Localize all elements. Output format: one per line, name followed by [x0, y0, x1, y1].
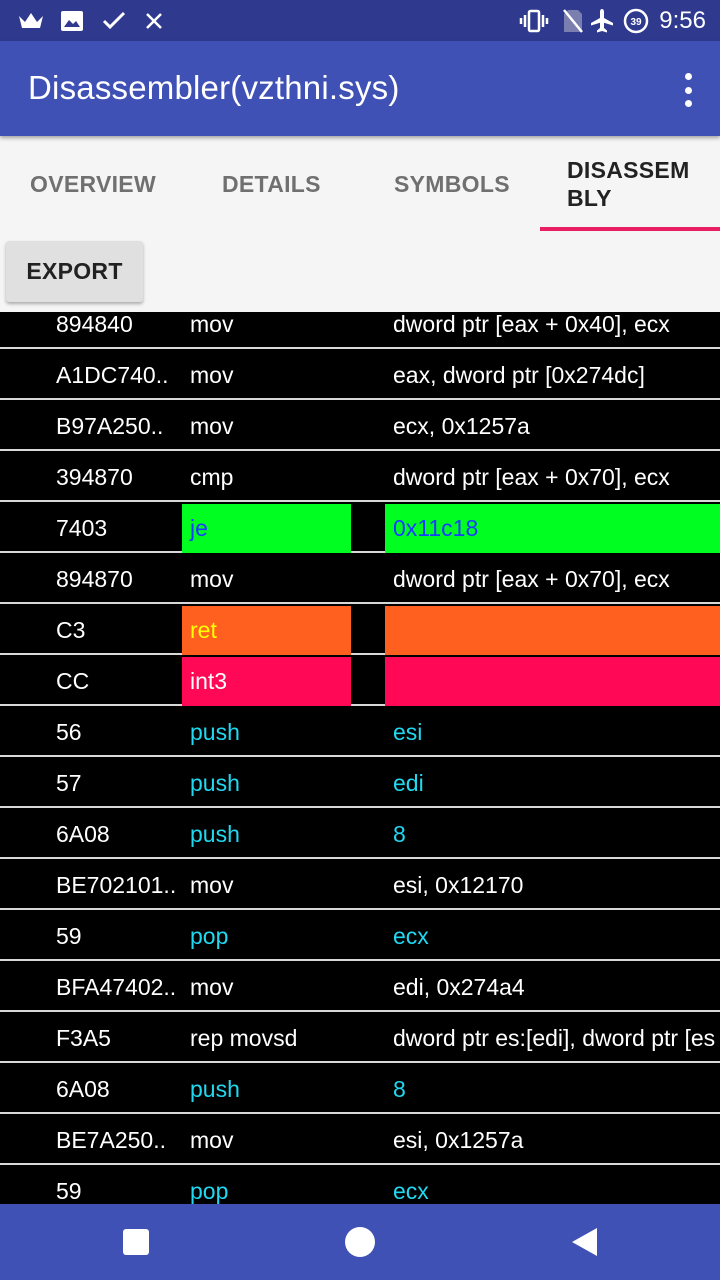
recents-square-icon[interactable] — [86, 1204, 186, 1280]
instruction-bytes: F3A5 — [56, 1025, 111, 1051]
instruction-bytes: 394870 — [56, 464, 133, 490]
instruction-operands: ecx, 0x1257a — [393, 413, 530, 439]
disasm-row[interactable]: A1DC740.. mov eax, dword ptr [0x274dc] — [0, 351, 720, 400]
disasm-row[interactable]: F3A5 rep movsd dword ptr es:[edi], dword p… — [0, 1014, 720, 1063]
disasm-row[interactable]: 394870 cmp dword ptr [eax + 0x70], ecx — [0, 453, 720, 502]
instruction-operands: ecx — [393, 923, 429, 949]
instruction-operands: dword ptr es:[edi], dword ptr [es — [393, 1025, 716, 1051]
disasm-row[interactable]: CC int3 — [0, 657, 720, 706]
instruction-bytes: BFA47402.. — [56, 974, 177, 1000]
battery-icon: 39 — [622, 8, 650, 34]
instruction-operands: edi — [393, 770, 424, 796]
instruction-operands: esi — [393, 719, 423, 745]
instruction-operands: esi, 0x1257a — [393, 1127, 524, 1153]
instruction-operands: esi, 0x12170 — [393, 872, 524, 898]
instruction-mnemonic: mov — [190, 362, 234, 388]
page-title: Disassembler(vzthni.sys) — [28, 69, 400, 106]
back-triangle-icon[interactable] — [534, 1204, 634, 1280]
instruction-bytes: A1DC740.. — [56, 362, 169, 388]
crown-icon — [16, 8, 46, 34]
instruction-operands: dword ptr [eax + 0x40], ecx — [393, 312, 670, 337]
app-bar: Disassembler(vzthni.sys) — [0, 41, 720, 136]
status-time: 9:56 — [659, 7, 706, 34]
instruction-bytes: 57 — [56, 770, 82, 796]
instruction-mnemonic: push — [190, 719, 240, 745]
instruction-bytes: 56 — [56, 719, 82, 745]
instruction-bytes: BE702101.. — [56, 872, 177, 898]
instruction-bytes: 7403 — [56, 515, 108, 541]
disasm-row[interactable]: BE7A250.. mov esi, 0x1257a — [0, 1116, 720, 1165]
no-sim-icon — [560, 8, 586, 34]
disasm-row[interactable]: 57 push edi — [0, 759, 720, 808]
instruction-mnemonic: cmp — [190, 464, 234, 490]
instruction-mnemonic: mov — [190, 413, 234, 439]
svg-text:39: 39 — [630, 17, 642, 28]
image-icon — [58, 8, 86, 34]
instruction-mnemonic: mov — [190, 1127, 234, 1153]
disasm-row[interactable]: 894840 mov dword ptr [eax + 0x40], ecx — [0, 312, 720, 349]
instruction-bytes: 59 — [56, 1178, 82, 1204]
instruction-operands: 8 — [393, 1076, 406, 1102]
toolbar: EXPORT — [0, 232, 720, 312]
instruction-mnemonic: push — [190, 821, 240, 847]
export-button[interactable]: EXPORT — [6, 241, 143, 302]
tab-details[interactable]: DETAILS — [222, 136, 321, 232]
disasm-row[interactable]: BE702101.. mov esi, 0x12170 — [0, 861, 720, 910]
instruction-operands: ecx — [393, 1178, 429, 1204]
instruction-operands — [385, 657, 720, 706]
instruction-bytes: CC — [56, 668, 90, 694]
tab-indicator — [540, 227, 720, 231]
instruction-mnemonic: pop — [190, 923, 229, 949]
close-icon — [142, 8, 166, 34]
instruction-operands — [385, 606, 720, 655]
instruction-mnemonic: rep movsd — [190, 1025, 298, 1051]
airplane-icon — [588, 8, 616, 34]
disasm-row[interactable]: 6A08 push 8 — [0, 810, 720, 859]
instruction-bytes: B97A250.. — [56, 413, 164, 439]
disassembly-list[interactable]: 894840 mov dword ptr [eax + 0x40], ecx A1DC… — [0, 312, 720, 1204]
instruction-bytes: 6A08 — [56, 821, 110, 847]
check-icon — [100, 8, 128, 34]
instruction-mnemonic: mov — [190, 872, 234, 898]
instruction-mnemonic: je — [182, 504, 351, 553]
instruction-bytes: C3 — [56, 617, 86, 643]
disasm-row[interactable]: 59 pop ecx — [0, 1167, 720, 1204]
disasm-row[interactable]: 6A08 push 8 — [0, 1065, 720, 1114]
instruction-mnemonic: mov — [190, 566, 234, 592]
disasm-row[interactable]: C3 ret — [0, 606, 720, 655]
instruction-bytes: 6A08 — [56, 1076, 110, 1102]
instruction-mnemonic: push — [190, 1076, 240, 1102]
overflow-menu-icon[interactable] — [678, 73, 698, 107]
disasm-row[interactable]: 56 push esi — [0, 708, 720, 757]
tab-disassembly[interactable]: DISASSEM BLY — [567, 136, 690, 232]
instruction-mnemonic: pop — [190, 1178, 229, 1204]
disasm-row[interactable]: 894870 mov dword ptr [eax + 0x70], ecx — [0, 555, 720, 604]
instruction-bytes: 59 — [56, 923, 82, 949]
instruction-operands: 8 — [393, 821, 406, 847]
instruction-mnemonic: int3 — [182, 657, 351, 706]
disasm-row[interactable]: 7403 je 0x11c18 — [0, 504, 720, 553]
instruction-mnemonic: mov — [190, 312, 234, 337]
tab-overview[interactable]: OVERVIEW — [30, 136, 156, 232]
instruction-bytes: 894840 — [56, 312, 133, 337]
instruction-mnemonic: ret — [182, 606, 351, 655]
instruction-mnemonic: mov — [190, 974, 234, 1000]
home-circle-icon[interactable] — [310, 1204, 410, 1280]
instruction-bytes: BE7A250.. — [56, 1127, 166, 1153]
instruction-operands: eax, dword ptr [0x274dc] — [393, 362, 645, 388]
disasm-row[interactable]: B97A250.. mov ecx, 0x1257a — [0, 402, 720, 451]
navigation-bar — [0, 1204, 720, 1280]
instruction-operands: 0x11c18 — [385, 504, 720, 553]
instruction-operands: edi, 0x274a4 — [393, 974, 525, 1000]
vibrate-icon — [518, 8, 550, 34]
disasm-row[interactable]: 59 pop ecx — [0, 912, 720, 961]
status-bar: 39 9:56 — [0, 0, 720, 41]
tab-symbols[interactable]: SYMBOLS — [394, 136, 510, 232]
instruction-mnemonic: push — [190, 770, 240, 796]
instruction-bytes: 894870 — [56, 566, 133, 592]
disasm-row[interactable]: BFA47402.. mov edi, 0x274a4 — [0, 963, 720, 1012]
instruction-operands: dword ptr [eax + 0x70], ecx — [393, 464, 670, 490]
instruction-operands: dword ptr [eax + 0x70], ecx — [393, 566, 670, 592]
tab-bar: OVERVIEW DETAILS SYMBOLS DISASSEM BLY — [0, 136, 720, 232]
